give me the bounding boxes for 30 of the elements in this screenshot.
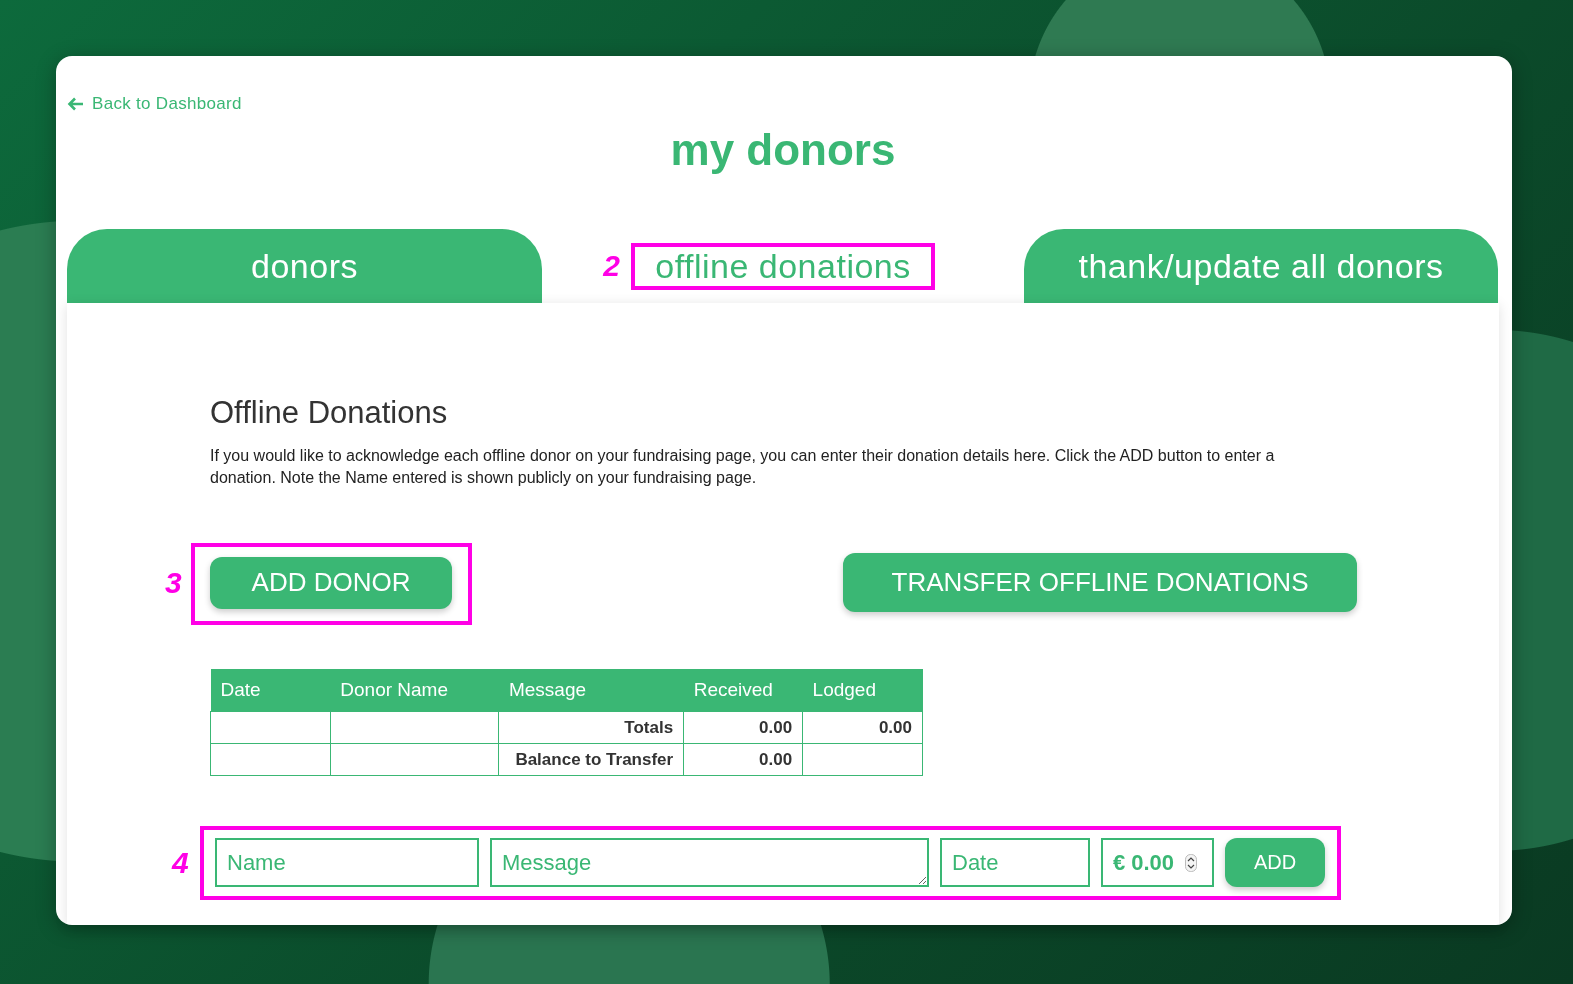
message-field[interactable]: Message — [490, 838, 929, 887]
callout-number: 2 — [603, 251, 621, 281]
transfer-button[interactable]: TRANSFER OFFLINE DONATIONS — [843, 553, 1357, 612]
table-cell: 0.00 — [683, 711, 803, 744]
column-header: Message — [498, 669, 684, 712]
section-description: If you would like to acknowledge each offline donor on your fundraising page, you can enter their donation details here. Click the ADD button to enter a donation. Note the Name entered is shown publicly on your fundraising page. — [210, 446, 1276, 488]
amount-field[interactable]: € 0.00 — [1101, 838, 1214, 887]
spinner-icon[interactable] — [1185, 853, 1198, 872]
column-header: Received — [683, 669, 803, 712]
back-link[interactable]: Back to Dashboard — [67, 94, 242, 114]
callout-number: 4 — [172, 847, 189, 878]
input-field[interactable]: Date — [940, 838, 1090, 887]
table-cell: Totals — [498, 711, 684, 744]
tab[interactable]: offline donations — [635, 246, 931, 286]
input-field[interactable]: Name — [215, 838, 479, 887]
tab[interactable]: donors — [67, 229, 542, 303]
add-donor-button[interactable]: ADD DONOR — [210, 556, 452, 609]
arrow-left-icon — [67, 97, 84, 111]
table-cell: 0.00 — [802, 711, 923, 744]
currency-symbol: € — [1113, 849, 1126, 876]
tab[interactable]: thank/update all donors — [1024, 229, 1498, 303]
section-heading: Offline Donations — [210, 395, 449, 431]
column-header: Lodged — [802, 669, 923, 712]
page-title: my donors — [669, 124, 897, 176]
column-header: Donor Name — [330, 669, 499, 712]
table-cell: 0.00 — [683, 743, 803, 776]
table-cell: Balance to Transfer — [498, 743, 684, 776]
column-header: Date — [210, 669, 331, 712]
add-button[interactable]: ADD — [1225, 838, 1325, 887]
callout-number: 3 — [165, 567, 182, 598]
